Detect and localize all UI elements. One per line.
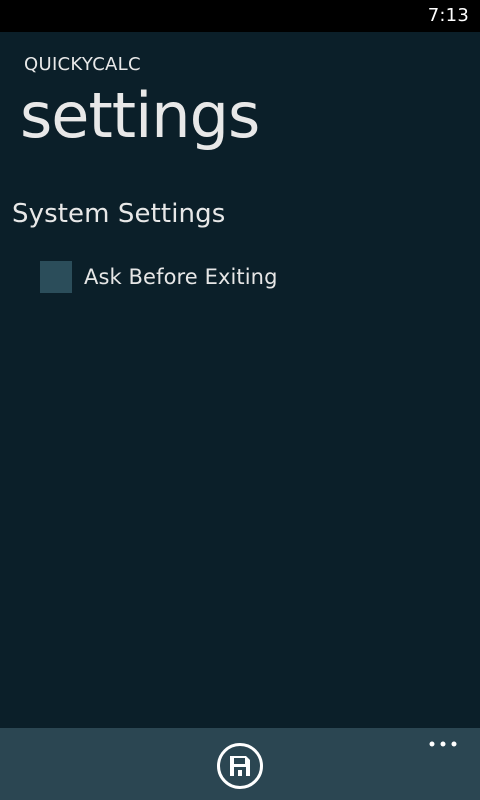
ask-before-exiting-checkbox[interactable]: Ask Before Exiting xyxy=(40,261,278,293)
checkbox-box[interactable] xyxy=(40,261,72,293)
page-title: settings xyxy=(20,79,260,152)
save-button[interactable] xyxy=(216,742,264,790)
status-time: 7:13 xyxy=(427,5,469,26)
status-bar: 7:13 xyxy=(0,0,480,32)
checkbox-label[interactable]: Ask Before Exiting xyxy=(84,265,278,289)
section-header: System Settings xyxy=(12,199,226,229)
app-title: QUICKYCALC xyxy=(24,54,141,75)
ellipsis-icon xyxy=(429,741,457,747)
settings-screen: 7:13 QUICKYCALC settings System Settings… xyxy=(0,0,480,800)
save-icon xyxy=(217,743,263,789)
more-button[interactable] xyxy=(428,736,458,750)
app-bar xyxy=(0,728,480,800)
